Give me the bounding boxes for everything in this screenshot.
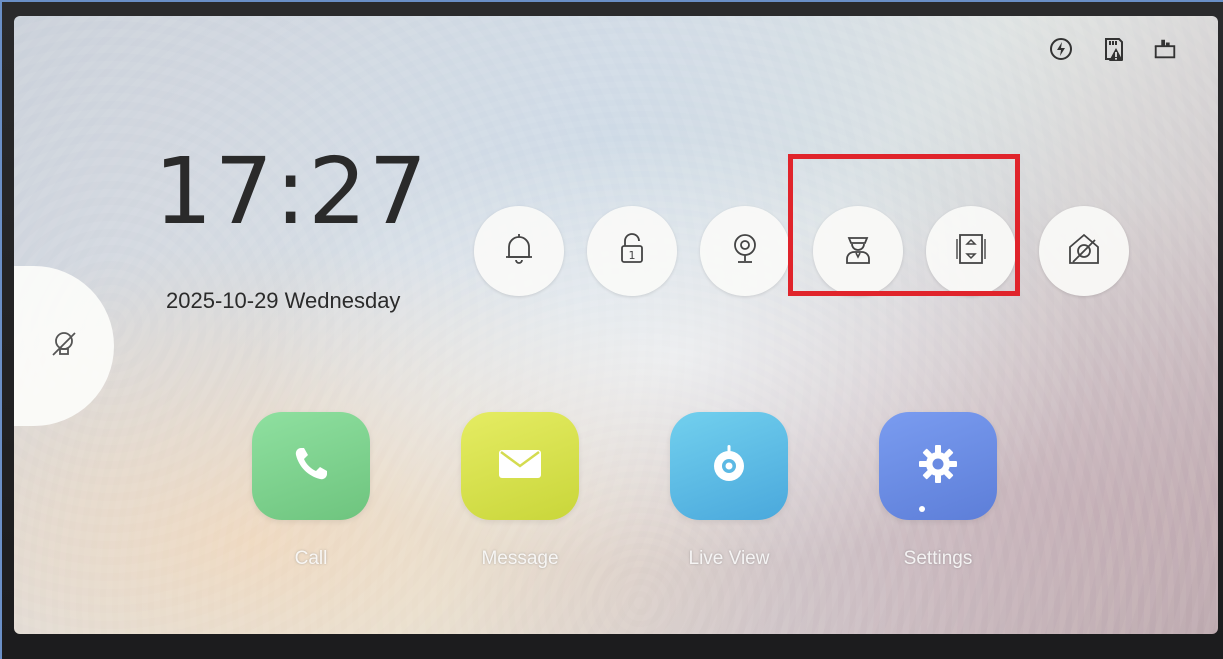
power-icon: [1048, 36, 1074, 62]
moire-overlay-2: [14, 16, 1218, 634]
photo-frame: 17:27 2025-10-29 Wednesday 1 Call Messag…: [0, 0, 1223, 659]
message-tile[interactable]: [461, 412, 579, 520]
disarm-button[interactable]: [1039, 206, 1129, 296]
status-bar: [1048, 36, 1178, 62]
call-elevator-button[interactable]: [926, 206, 1016, 296]
side-drawer-tab[interactable]: [14, 266, 114, 426]
doorbell-button[interactable]: [474, 206, 564, 296]
camera-button[interactable]: [700, 206, 790, 296]
phone-icon: [289, 442, 333, 490]
envelope-icon: [496, 446, 544, 486]
settings-label: Settings: [903, 548, 973, 569]
elevator-icon: [951, 229, 991, 273]
camera-icon: [725, 229, 765, 273]
quick-actions: 1: [474, 206, 1134, 296]
app-live-view[interactable]: Live View: [664, 412, 794, 570]
gear-icon: [916, 442, 960, 490]
settings-tile[interactable]: [879, 412, 997, 520]
light-off-icon: [47, 327, 81, 365]
moire-overlay: [14, 16, 1218, 634]
clock-time: 17:27: [154, 138, 430, 245]
call-label: Call: [294, 548, 328, 569]
unlock-door-1-button[interactable]: 1: [587, 206, 677, 296]
app-message[interactable]: Message: [455, 412, 585, 570]
message-label: Message: [481, 548, 559, 569]
intercom-screen: 17:27 2025-10-29 Wednesday 1 Call Messag…: [14, 16, 1218, 634]
app-call[interactable]: Call: [246, 412, 376, 570]
app-settings[interactable]: Settings: [873, 412, 1003, 570]
page-indicator-dot: [919, 506, 925, 512]
unlock-1-icon: 1: [612, 229, 652, 273]
bell-icon: [499, 229, 539, 273]
network-port-icon: [1152, 36, 1178, 62]
svg-text:1: 1: [629, 249, 636, 262]
sd-card-warning-icon: [1100, 36, 1126, 62]
live-view-tile[interactable]: [670, 412, 788, 520]
call-guard-button[interactable]: [813, 206, 903, 296]
call-tile[interactable]: [252, 412, 370, 520]
live-view-label: Live View: [688, 548, 770, 569]
guard-icon: [838, 229, 878, 273]
clock-date: 2025-10-29 Wednesday: [166, 288, 401, 313]
disarm-home-icon: [1064, 229, 1104, 273]
camera-eye-icon: [706, 441, 752, 491]
